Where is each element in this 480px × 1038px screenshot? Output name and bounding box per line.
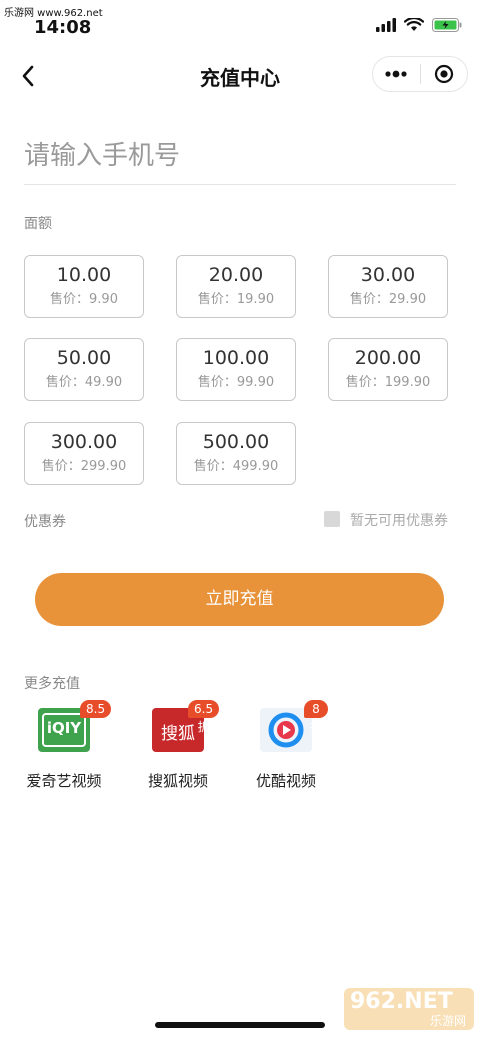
amount-price: 售价：499.90 xyxy=(193,459,279,474)
home-indicator xyxy=(155,1022,325,1028)
watermark-brand-sub: 乐游网 xyxy=(429,1014,466,1028)
amount-price: 售价：99.90 xyxy=(197,375,275,390)
amount-price: 售价：19.90 xyxy=(197,292,275,307)
amount-section-label: 面额 xyxy=(24,216,52,232)
app-name: 优酷视频 xyxy=(255,772,316,790)
amount-option[interactable]: 100.00 售价：99.90 xyxy=(176,338,296,401)
amount-value: 500.00 xyxy=(202,431,270,453)
mini-program-capsule xyxy=(372,56,468,92)
recharge-button[interactable]: 立即充值 xyxy=(35,573,444,626)
amount-price: 售价：49.90 xyxy=(45,375,123,390)
app-tile-iqiyi[interactable]: iQIY 8.5折 爱奇艺视频 xyxy=(14,700,114,791)
iqiyi-logo-icon: iQIY 8.5折 xyxy=(38,700,112,752)
amount-value: 50.00 xyxy=(56,347,112,369)
coupon-hint: 暂无可用优惠券 xyxy=(350,513,448,529)
watermark-logo: 962.NET 乐游网 xyxy=(344,988,474,1030)
amount-value: 300.00 xyxy=(50,431,118,453)
amount-value: 30.00 xyxy=(360,264,416,286)
amount-option[interactable]: 30.00 售价：29.90 xyxy=(328,255,448,318)
amount-option[interactable]: 200.00 售价：199.90 xyxy=(328,338,448,401)
amount-price: 售价：299.90 xyxy=(41,459,127,474)
phone-number-input[interactable] xyxy=(24,130,456,182)
discount-badge: 6.5折 xyxy=(188,700,220,734)
status-time: 14:08 xyxy=(34,17,92,38)
app-tile-youku[interactable]: 8折 优酷视频 xyxy=(236,700,336,791)
amount-value: 100.00 xyxy=(202,347,270,369)
amount-value: 10.00 xyxy=(56,264,112,286)
record-target-icon xyxy=(434,64,453,84)
sohu-logo-icon: 搜狐 6.5折 xyxy=(152,700,220,752)
wifi-icon xyxy=(404,18,424,31)
amount-price: 售价：9.90 xyxy=(50,292,118,307)
discount-badge: 8.5折 xyxy=(80,700,112,734)
amount-price: 售价：29.90 xyxy=(349,292,427,307)
more-recharge-label: 更多充值 xyxy=(24,676,80,692)
sohu-logo-text: 搜狐 xyxy=(161,724,195,744)
watermark-brand: 962.NET xyxy=(350,989,453,1014)
coupon-checkbox[interactable] xyxy=(324,511,340,527)
amount-value: 200.00 xyxy=(354,347,422,369)
amount-value: 20.00 xyxy=(208,264,264,286)
app-tile-sohu[interactable]: 搜狐 6.5折 搜狐视频 xyxy=(128,700,228,791)
more-dots-icon xyxy=(385,70,407,78)
input-underline xyxy=(24,184,456,185)
amount-option[interactable]: 10.00 售价：9.90 xyxy=(24,255,144,318)
status-icons xyxy=(376,18,462,32)
amount-option[interactable]: 50.00 售价：49.90 xyxy=(24,338,144,401)
coupon-label: 优惠券 xyxy=(24,514,66,530)
iqiyi-logo-text: iQIY xyxy=(46,719,82,737)
youku-logo-icon: 8折 xyxy=(260,700,328,752)
amount-option[interactable]: 500.00 售价：499.90 xyxy=(176,422,296,485)
signal-icon xyxy=(376,18,396,32)
discount-badge: 8折 xyxy=(304,700,328,734)
amount-price: 售价：199.90 xyxy=(345,375,431,390)
app-name: 搜狐视频 xyxy=(147,772,208,790)
more-button[interactable] xyxy=(373,57,420,91)
app-name: 爱奇艺视频 xyxy=(26,772,102,790)
amount-option[interactable]: 300.00 售价：299.90 xyxy=(24,422,144,485)
close-button[interactable] xyxy=(421,57,468,91)
amount-option[interactable]: 20.00 售价：19.90 xyxy=(176,255,296,318)
battery-icon xyxy=(432,18,462,32)
